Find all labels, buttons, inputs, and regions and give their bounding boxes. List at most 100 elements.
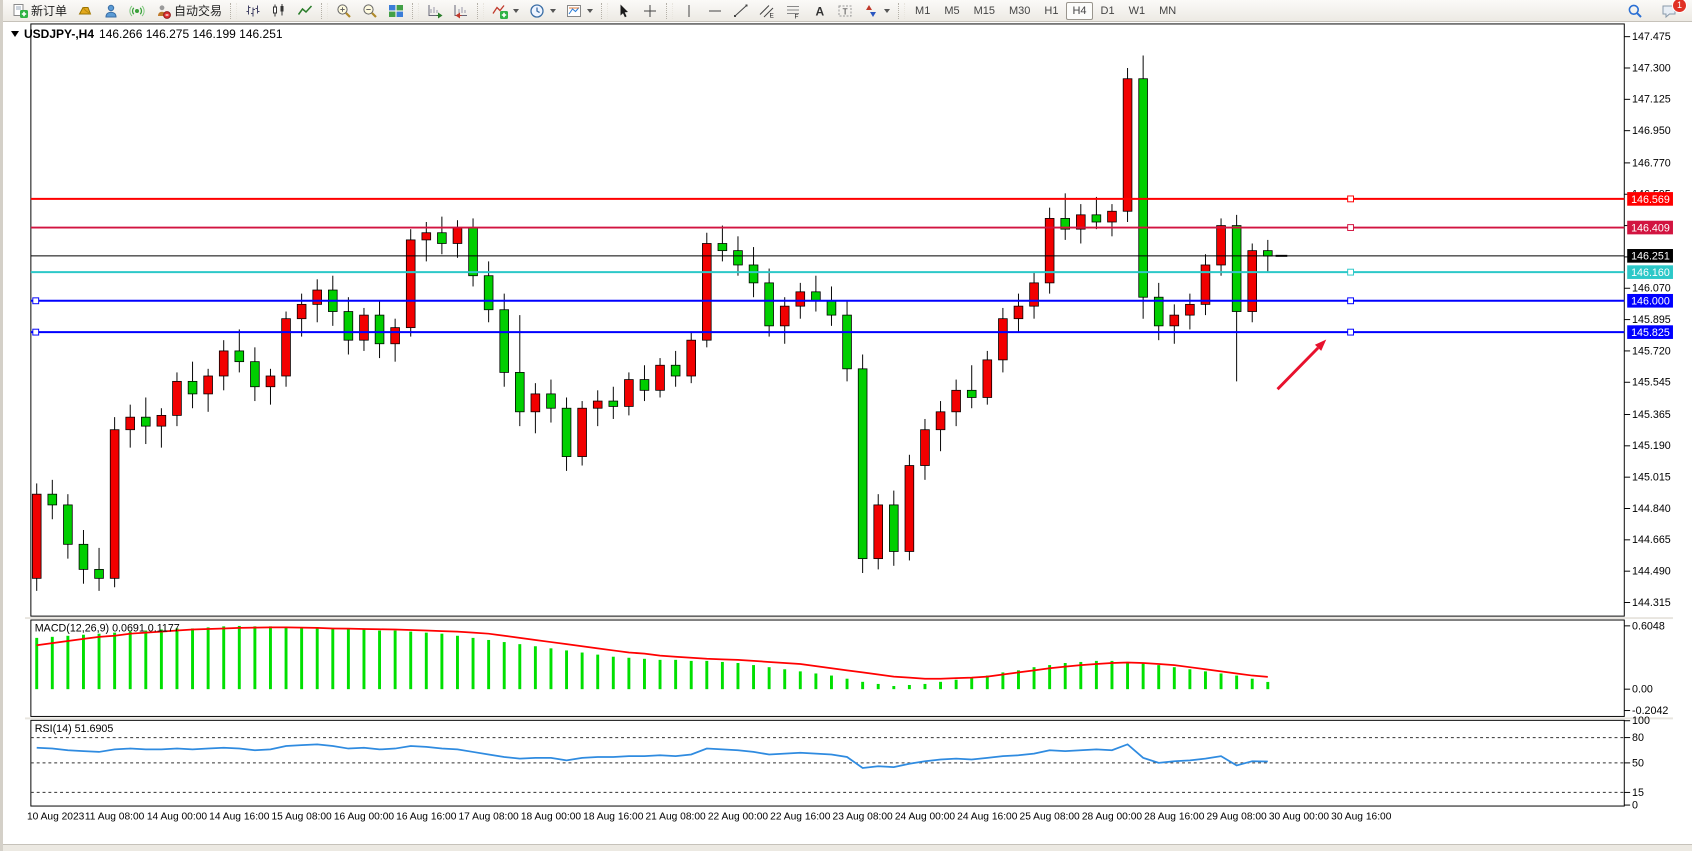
- price-tick-label: 145.545: [1632, 377, 1671, 389]
- candle-up: [999, 319, 1008, 360]
- timeframe-m5[interactable]: M5: [938, 2, 965, 20]
- candle-down: [63, 505, 72, 544]
- candle-down: [749, 265, 758, 283]
- candle-up: [531, 394, 540, 412]
- chevron-down-icon[interactable]: [587, 9, 593, 13]
- candle-chart-button[interactable]: [267, 2, 291, 20]
- text-button[interactable]: A: [807, 2, 831, 20]
- toolbar-separator: [601, 3, 608, 19]
- market-button[interactable]: [73, 2, 97, 20]
- svg-text:E: E: [770, 12, 775, 19]
- chevron-down-icon[interactable]: [513, 9, 519, 13]
- zoom-in-button[interactable]: [332, 2, 356, 20]
- candle-down: [562, 408, 571, 456]
- trendline-button[interactable]: [729, 2, 753, 20]
- search-button[interactable]: [1623, 2, 1647, 20]
- candle-down: [827, 301, 836, 315]
- price-tick-label: 145.720: [1632, 345, 1671, 357]
- line-chart-button[interactable]: [293, 2, 317, 20]
- panel-splitter[interactable]: [25, 717, 1673, 719]
- time-label: 14 Aug 00:00: [147, 812, 208, 823]
- time-label: 28 Aug 00:00: [1082, 812, 1143, 823]
- status-bar: [3, 844, 1692, 851]
- candle-chart-icon: [271, 3, 287, 19]
- chart-shift-button[interactable]: [449, 2, 473, 20]
- candle-up: [1014, 306, 1023, 319]
- new-order-button[interactable]: 新订单: [8, 2, 71, 20]
- hline-handle[interactable]: [1348, 298, 1354, 304]
- hline-handle[interactable]: [33, 298, 39, 304]
- hline-handle[interactable]: [1348, 269, 1354, 275]
- candle-up: [1123, 79, 1132, 212]
- templates-button[interactable]: [562, 2, 597, 20]
- price-tick-label: 146.950: [1632, 125, 1671, 137]
- cursor-button[interactable]: [612, 2, 636, 20]
- algo-trading-button[interactable]: 自动交易: [151, 2, 226, 20]
- candle-up: [453, 227, 462, 243]
- candle-down: [1139, 79, 1148, 297]
- toolbar-separator: [477, 3, 484, 19]
- arrows-button[interactable]: [859, 2, 894, 20]
- news-button[interactable]: [125, 2, 149, 20]
- price-tick-label: 144.840: [1632, 503, 1671, 515]
- candle-up: [173, 381, 182, 415]
- bar-chart-icon: [245, 3, 261, 19]
- rsi-tick-label: 50: [1632, 757, 1644, 769]
- toolbar-separator: [321, 3, 328, 19]
- rsi-label: RSI(14) 51.6905: [35, 723, 114, 735]
- timeframe-m1[interactable]: M1: [909, 2, 936, 20]
- candle-down: [375, 315, 384, 344]
- zoom-out-button[interactable]: [358, 2, 382, 20]
- bar-chart-button[interactable]: [241, 2, 265, 20]
- fibonacci-button[interactable]: F: [781, 2, 805, 20]
- price-tick-label: 144.490: [1632, 566, 1671, 578]
- indicators-icon: [492, 3, 508, 19]
- signals-icon: [103, 3, 119, 19]
- rsi-tick-label: 100: [1632, 715, 1650, 727]
- chevron-down-icon[interactable]: [884, 9, 890, 13]
- crosshair-button[interactable]: [638, 2, 662, 20]
- notifications-button[interactable]: 1: [1657, 2, 1681, 20]
- chart-shift-icon: [453, 3, 469, 19]
- tile-windows-button[interactable]: [384, 2, 408, 20]
- candle-down: [469, 227, 478, 275]
- timeframe-m15[interactable]: M15: [968, 2, 1001, 20]
- hline-handle[interactable]: [1348, 225, 1354, 231]
- chevron-down-icon[interactable]: [550, 9, 556, 13]
- hline-handle[interactable]: [33, 329, 39, 335]
- horizontal-line-button[interactable]: [703, 2, 727, 20]
- candle-up: [1186, 304, 1195, 315]
- candle-down: [438, 233, 447, 244]
- timeframe-h1[interactable]: H1: [1038, 2, 1064, 20]
- timeframe-w1[interactable]: W1: [1123, 2, 1152, 20]
- candle-down: [484, 276, 493, 310]
- candle-up: [780, 306, 789, 326]
- fibonacci-icon: F: [785, 3, 801, 19]
- candle-up: [578, 408, 587, 456]
- hline-handle[interactable]: [1348, 196, 1354, 202]
- candle-up: [952, 390, 961, 411]
- hline-handle[interactable]: [1348, 329, 1354, 335]
- search-icon: [1627, 3, 1643, 19]
- auto-scroll-icon: [427, 3, 443, 19]
- indicators-button[interactable]: [488, 2, 523, 20]
- chart-canvas[interactable]: 147.475147.300147.125146.950146.770146.5…: [3, 22, 1692, 845]
- timeframe-h4[interactable]: H4: [1066, 2, 1092, 20]
- signals-button[interactable]: [99, 2, 123, 20]
- text-label-button[interactable]: T: [833, 2, 857, 20]
- auto-scroll-button[interactable]: [423, 2, 447, 20]
- candle-up: [266, 376, 275, 387]
- vertical-line-button[interactable]: [677, 2, 701, 20]
- panel-splitter[interactable]: [25, 617, 1673, 619]
- svg-text:T: T: [843, 6, 848, 16]
- timeframe-mn[interactable]: MN: [1153, 2, 1182, 20]
- candle-down: [500, 310, 509, 373]
- candle-up: [360, 315, 369, 340]
- timeframe-d1[interactable]: D1: [1095, 2, 1121, 20]
- channel-button[interactable]: E: [755, 2, 779, 20]
- macd-tick-label: 0.6048: [1632, 620, 1665, 632]
- chart-menu-icon[interactable]: [11, 31, 19, 37]
- timeframe-m30[interactable]: M30: [1003, 2, 1036, 20]
- periods-button[interactable]: [525, 2, 560, 20]
- price-tag-label: 146.160: [1631, 267, 1670, 279]
